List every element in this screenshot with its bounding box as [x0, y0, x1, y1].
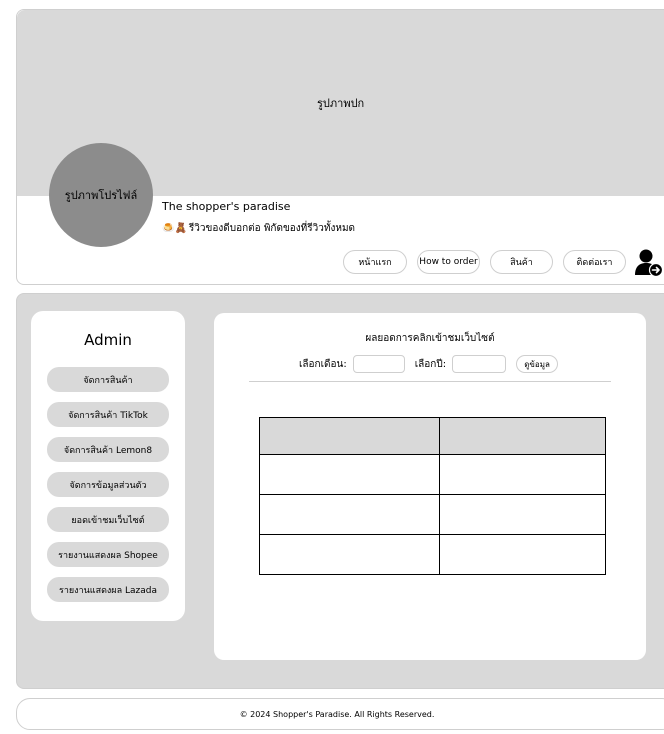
- table-cell: [259, 454, 440, 495]
- month-input[interactable]: [352, 355, 405, 373]
- table-header-row: [259, 417, 606, 455]
- admin-sidebar: Admin จัดการสินค้า จัดการสินค้า TikTok จ…: [31, 311, 185, 621]
- table-header-cell: [259, 417, 440, 455]
- sidebar-item-shopee-report[interactable]: รายงานแสดงผล Shopee: [47, 542, 169, 567]
- month-label: เลือกเดือน:: [299, 358, 347, 370]
- cover-label: รูปภาพปก: [317, 97, 365, 110]
- main-panel: Admin จัดการสินค้า จัดการสินค้า TikTok จ…: [16, 293, 664, 689]
- table-row: [259, 534, 606, 575]
- sidebar-item-manage-tiktok[interactable]: จัดการสินค้า TikTok: [47, 402, 169, 427]
- nav-contact-button[interactable]: ติดต่อเรา: [563, 250, 626, 274]
- table-cell: [259, 494, 440, 535]
- table-header-cell: [439, 417, 606, 455]
- header-card: รูปภาพปก รูปภาพโปรไฟล์ The shopper's par…: [16, 9, 664, 285]
- sidebar-menu: จัดการสินค้า จัดการสินค้า TikTok จัดการส…: [31, 367, 185, 602]
- table-cell: [259, 534, 440, 575]
- shop-description: 🍮🧸 รีวิวของดีบอกต่อ พิกัดของที่รีวิวทั้ง…: [162, 221, 355, 236]
- nav-products-button[interactable]: สินค้า: [490, 250, 553, 274]
- content-title: ผลยอดการคลิกเข้าชมเว็บไซต์: [365, 333, 495, 344]
- shop-description-text: รีวิวของดีบอกต่อ พิกัดของที่รีวิวทั้งหมด: [188, 223, 356, 234]
- table-row: [259, 494, 606, 535]
- footer: © 2024 Shopper's Paradise. All Rights Re…: [16, 698, 664, 730]
- nav-how-to-order-button[interactable]: How to order: [417, 250, 480, 274]
- main-nav: หน้าแรก How to order สินค้า ติดต่อเรา: [343, 250, 626, 274]
- sidebar-item-manage-lemon8[interactable]: จัดการสินค้า Lemon8: [47, 437, 169, 462]
- table-cell: [439, 454, 606, 495]
- filter-bar: เลือกเดือน: เลือกปี: ดูข้อมูล: [299, 355, 559, 373]
- sidebar-item-site-visits[interactable]: ยอดเข้าชมเว็บไซต์: [47, 507, 169, 532]
- avatar-label: รูปภาพโปรไฟล์: [64, 189, 138, 202]
- sidebar-item-manage-products[interactable]: จัดการสินค้า: [47, 367, 169, 392]
- profile-avatar: รูปภาพโปรไฟล์: [49, 143, 153, 247]
- nav-home-button[interactable]: หน้าแรก: [343, 250, 407, 274]
- visits-table: [259, 417, 606, 575]
- visits-content: ผลยอดการคลิกเข้าชมเว็บไซต์ เลือกเดือน: เ…: [214, 313, 646, 660]
- shop-name: The shopper's paradise: [162, 200, 291, 213]
- table-cell: [439, 534, 606, 575]
- year-label: เลือกปี:: [414, 358, 447, 370]
- divider: [249, 381, 611, 382]
- shop-emoji: 🍮🧸: [162, 223, 187, 234]
- table-row: [259, 454, 606, 495]
- year-input[interactable]: [452, 355, 507, 373]
- footer-text: © 2024 Shopper's Paradise. All Rights Re…: [239, 709, 435, 719]
- table-cell: [439, 494, 606, 535]
- view-data-button[interactable]: ดูข้อมูล: [516, 355, 559, 373]
- sidebar-item-manage-profile[interactable]: จัดการข้อมูลส่วนตัว: [47, 472, 169, 497]
- sidebar-title: Admin: [84, 331, 132, 349]
- user-logout-icon[interactable]: [634, 248, 664, 278]
- sidebar-item-lazada-report[interactable]: รายงานแสดงผล Lazada: [47, 577, 169, 602]
